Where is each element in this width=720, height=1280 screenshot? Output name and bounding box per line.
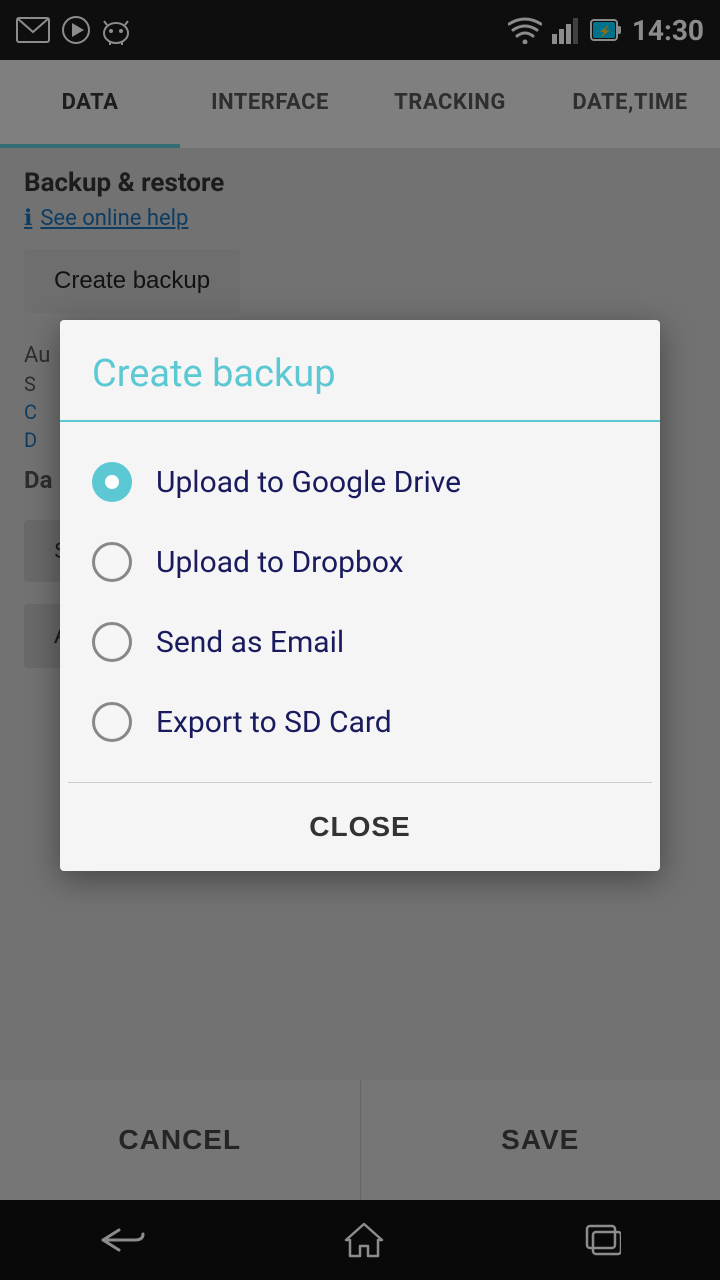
dialog-title: Create backup [60, 320, 660, 422]
option-sd-card[interactable]: Export to SD Card [84, 682, 636, 762]
option-google-drive[interactable]: Upload to Google Drive [84, 442, 636, 522]
radio-sd-card[interactable] [92, 702, 132, 742]
dialog-options: Upload to Google Drive Upload to Dropbox… [60, 422, 660, 782]
option-google-drive-label: Upload to Google Drive [156, 465, 461, 500]
radio-google-drive[interactable] [92, 462, 132, 502]
option-email[interactable]: Send as Email [84, 602, 636, 682]
radio-email[interactable] [92, 622, 132, 662]
dialog-close-button[interactable]: CLOSE [60, 783, 660, 871]
option-dropbox-label: Upload to Dropbox [156, 545, 404, 580]
option-dropbox[interactable]: Upload to Dropbox [84, 522, 636, 602]
radio-dropbox[interactable] [92, 542, 132, 582]
option-email-label: Send as Email [156, 625, 344, 660]
option-sd-card-label: Export to SD Card [156, 705, 392, 740]
create-backup-dialog: Create backup Upload to Google Drive Upl… [60, 320, 660, 871]
